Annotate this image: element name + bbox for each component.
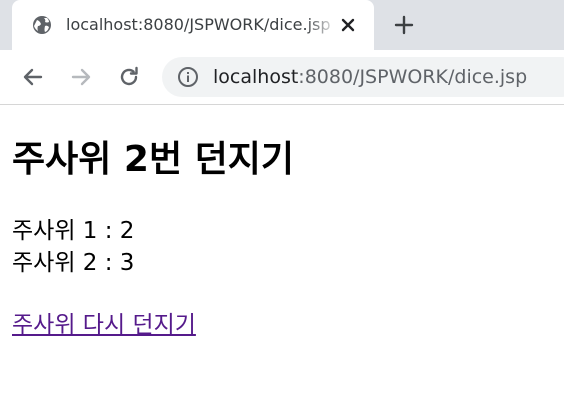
page-heading: 주사위 2번 던지기	[12, 139, 294, 180]
browser-toolbar: localhost:8080/JSPWORK/dice.jsp	[0, 50, 564, 105]
info-icon[interactable]	[177, 66, 199, 88]
url-text[interactable]: localhost:8080/JSPWORK/dice.jsp	[213, 65, 527, 89]
arrow-left-icon	[23, 68, 43, 86]
new-tab-button[interactable]	[392, 13, 416, 37]
url-path: :8080/JSPWORK/dice.jsp	[298, 66, 528, 88]
reload-icon	[120, 66, 138, 86]
roll-again-link[interactable]: 주사위 다시 던지기	[12, 310, 196, 340]
back-button[interactable]	[20, 64, 46, 90]
arrow-right-icon	[71, 68, 91, 86]
browser-tab[interactable]: localhost:8080/JSPWORK/dice.jsp	[12, 0, 374, 50]
tab-strip: localhost:8080/JSPWORK/dice.jsp	[0, 0, 564, 50]
tab-title: localhost:8080/JSPWORK/dice.jsp	[66, 15, 331, 34]
dice-2-result: 주사위 2 : 3	[12, 250, 135, 276]
url-host: localhost	[213, 66, 299, 88]
forward-button[interactable]	[68, 64, 94, 90]
address-bar[interactable]: localhost:8080/JSPWORK/dice.jsp	[162, 57, 564, 97]
plus-icon	[394, 15, 414, 35]
dice-1-result: 주사위 1 : 2	[12, 218, 135, 244]
reload-button[interactable]	[116, 64, 142, 90]
globe-icon	[32, 15, 52, 35]
close-tab-icon[interactable]	[338, 15, 358, 35]
